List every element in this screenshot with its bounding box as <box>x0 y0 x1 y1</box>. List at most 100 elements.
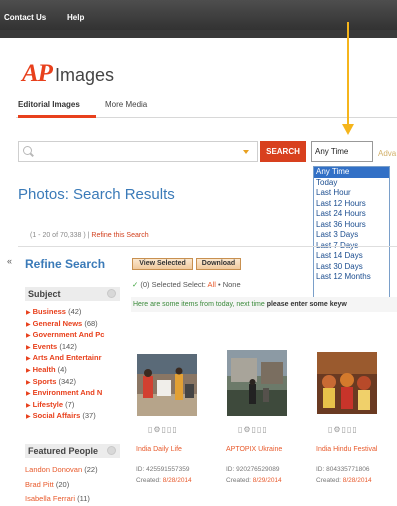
created-label: Created: <box>136 477 161 484</box>
time-option[interactable]: Today <box>314 178 389 189</box>
collapse-circle-icon[interactable] <box>107 289 116 298</box>
tab-more-media[interactable]: More Media <box>105 100 147 109</box>
subject-facet-item[interactable]: ▶ Events (142) <box>26 342 120 351</box>
created-date: 8/28/2014 <box>342 477 372 484</box>
thumbnail-image[interactable] <box>137 354 197 416</box>
time-option[interactable]: Any Time <box>314 167 389 178</box>
person-count: (11) <box>77 494 90 503</box>
facet-name: Social Affairs <box>32 411 81 421</box>
search-icon <box>23 146 32 155</box>
subject-facet-header[interactable]: Subject <box>25 287 120 301</box>
subject-label: Subject <box>28 289 61 299</box>
person-name: Landon Donovan <box>25 465 83 474</box>
facet-name: Events <box>32 341 58 351</box>
triangle-right-icon: ▶ <box>26 391 31 398</box>
select-all-link[interactable]: All <box>208 280 216 289</box>
thumbnail-image[interactable] <box>317 352 377 414</box>
item-created: Created: 8/28/2014 <box>136 477 192 484</box>
facet-count: (142) <box>59 341 77 351</box>
time-option[interactable]: Last 3 Days <box>314 230 389 241</box>
results-divider <box>18 246 397 247</box>
collapse-sidebar-icon[interactable]: « <box>7 256 12 266</box>
featured-person-item[interactable]: Isabella Ferrari (11) <box>25 494 90 503</box>
selected-count: (0) Selected <box>140 280 181 289</box>
subject-facet-item[interactable]: ▶ Health (4) <box>26 365 120 374</box>
triangle-right-icon: ▶ <box>26 356 31 363</box>
triangle-right-icon: ▶ <box>26 333 31 340</box>
item-id: ID: 920276529089 <box>226 466 280 473</box>
subject-facet-item[interactable]: ▶ Environment And N <box>26 388 120 397</box>
collapse-circle-icon[interactable] <box>107 446 116 455</box>
annotation-arrow-shaft <box>347 22 349 126</box>
item-id: ID: 804335771806 <box>316 466 370 473</box>
top-bar: Contact Us Help <box>0 0 397 38</box>
time-option[interactable]: Last 14 Days <box>314 251 389 262</box>
facet-name: Sports <box>32 376 57 386</box>
search-button[interactable]: SEARCH <box>260 141 306 162</box>
time-option[interactable]: Last 30 Days <box>314 262 389 273</box>
item-id: ID: 425591557359 <box>136 466 190 473</box>
item-tool-icons[interactable]: ▯⚙▯▯▯ <box>238 425 268 434</box>
facet-count: (4) <box>57 365 67 374</box>
subject-facet-item[interactable]: ▶ Arts And Entertainr <box>26 353 120 362</box>
time-option[interactable]: Last 12 Months <box>314 272 389 283</box>
annotation-arrow-head <box>342 124 354 135</box>
top-bar-strip <box>0 30 397 38</box>
item-tool-icons[interactable]: ▯⚙▯▯▯ <box>148 425 178 434</box>
item-created: Created: 8/29/2014 <box>226 477 282 484</box>
results-separator: | <box>87 232 90 239</box>
tab-editorial-images[interactable]: Editorial Images <box>18 100 80 109</box>
subject-facet-item[interactable]: ▶ General News (68) <box>26 319 120 328</box>
search-options-caret-icon[interactable] <box>243 150 249 154</box>
download-button[interactable]: Download <box>196 258 241 270</box>
triangle-right-icon: ▶ <box>26 368 31 374</box>
subject-facet-item[interactable]: ▶ Social Affairs (37) <box>26 411 120 420</box>
featured-person-item[interactable]: Landon Donovan (22) <box>25 465 98 474</box>
item-caption-link[interactable]: APTOPIX Ukraine <box>226 446 282 453</box>
subject-facet-item[interactable]: ▶ Business (42) <box>26 307 120 316</box>
view-selected-button[interactable]: View Selected <box>132 258 193 270</box>
item-caption-link[interactable]: India Daily Life <box>136 446 182 453</box>
item-created: Created: 8/28/2014 <box>316 477 372 484</box>
hint-bold-text: please enter some keyw <box>266 301 347 308</box>
featured-people-header[interactable]: Featured People <box>25 444 120 458</box>
subject-facet-item[interactable]: ▶ Lifestyle (7) <box>26 400 120 409</box>
time-option[interactable]: Last 24 Hours <box>314 209 389 220</box>
facet-name: Environment And N <box>32 388 103 398</box>
facet-count: (37) <box>82 411 96 421</box>
page-title: Photos: Search Results <box>18 186 175 203</box>
time-option[interactable]: Last 12 Hours <box>314 199 389 210</box>
time-range-select[interactable]: Any Time <box>311 141 373 162</box>
facet-name: Arts And Entertainr <box>32 353 102 363</box>
checkmark-icon: ✓ <box>132 280 139 289</box>
search-input[interactable] <box>35 144 245 159</box>
created-label: Created: <box>226 477 251 484</box>
refine-this-search-link[interactable]: Refine this Search <box>91 232 148 239</box>
triangle-right-icon: ▶ <box>26 402 31 409</box>
help-link[interactable]: Help <box>67 13 84 22</box>
time-option[interactable]: Last Hour <box>314 188 389 199</box>
triangle-right-icon: ▶ <box>26 414 31 421</box>
featured-people-label: Featured People <box>28 446 99 456</box>
item-caption-link[interactable]: India Hindu Festival <box>316 446 377 453</box>
select-label: Select: <box>182 280 206 289</box>
selection-status: ✓ (0) Selected Select: All • None <box>132 280 241 289</box>
person-name: Isabella Ferrari <box>25 494 76 503</box>
time-option[interactable]: Last 36 Hours <box>314 220 389 231</box>
contact-us-link[interactable]: Contact Us <box>4 13 46 22</box>
item-tool-icons[interactable]: ▯⚙▯▯▯ <box>328 425 358 434</box>
hint-message: Here are some items from today, next tim… <box>131 297 397 312</box>
created-date: 8/29/2014 <box>252 477 282 484</box>
featured-person-item[interactable]: Brad Pitt (20) <box>25 480 69 489</box>
time-range-dropdown: Any Time Today Last Hour Last 12 Hours L… <box>313 166 390 304</box>
select-none-link[interactable]: None <box>223 280 241 289</box>
refine-search-title: Refine Search <box>25 257 106 271</box>
facet-name: Health <box>32 365 56 374</box>
created-date: 8/28/2014 <box>162 477 192 484</box>
facet-count: (68) <box>84 318 98 328</box>
active-tab-underline <box>18 115 96 118</box>
subject-facet-item[interactable]: ▶ Sports (342) <box>26 377 120 386</box>
thumbnail-image[interactable] <box>227 350 287 416</box>
advanced-search-link[interactable]: Adva <box>378 149 396 158</box>
subject-facet-item[interactable]: ▶ Government And Pc <box>26 330 120 339</box>
